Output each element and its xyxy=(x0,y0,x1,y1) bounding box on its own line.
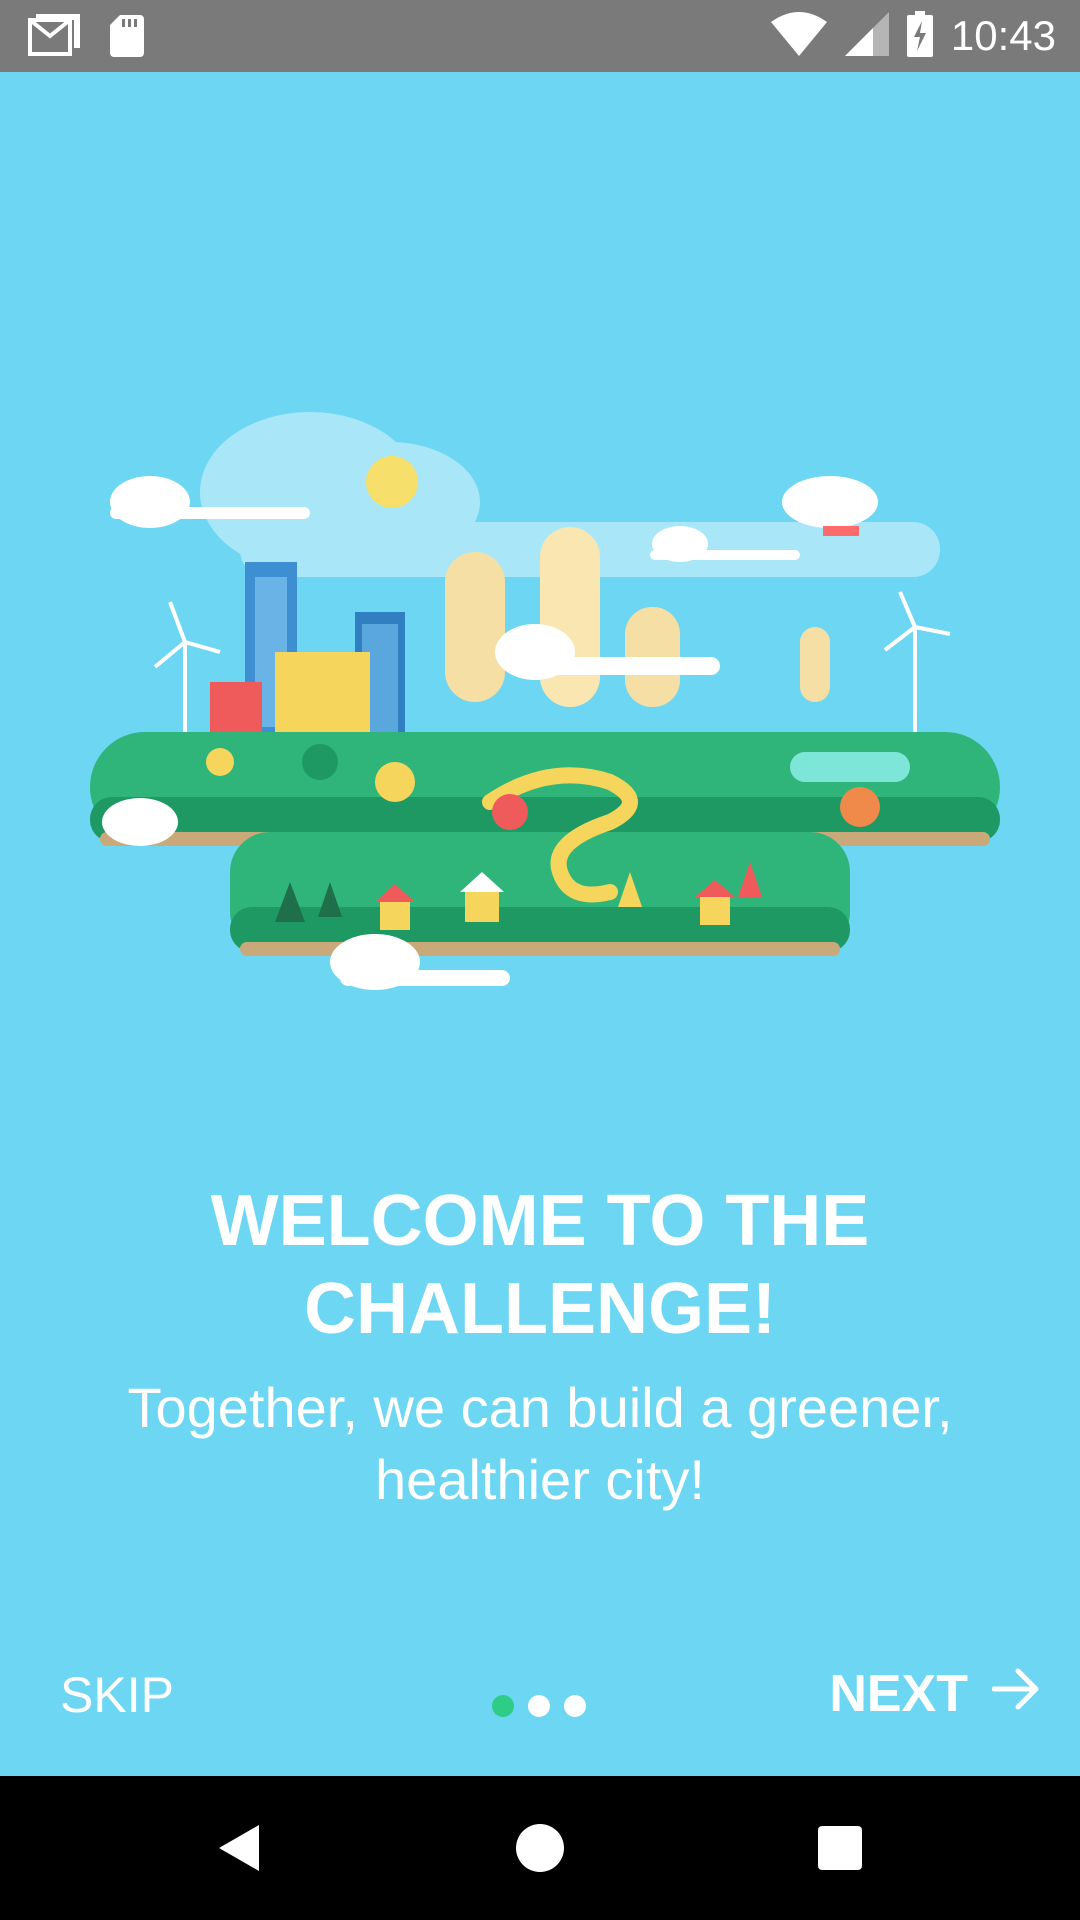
green-city-illustration xyxy=(90,402,1000,1102)
sd-card-icon xyxy=(110,15,144,62)
gmail-icon xyxy=(28,14,80,63)
onboarding-footer: SKIP NEXT xyxy=(0,1640,1080,1740)
arrow-right-icon xyxy=(991,1664,1040,1724)
page-dot-1 xyxy=(492,1695,514,1717)
page-indicator xyxy=(492,1695,586,1717)
status-bar: 10:43 xyxy=(0,0,1080,72)
skip-button[interactable]: SKIP xyxy=(60,1666,174,1724)
page-dot-3 xyxy=(564,1695,586,1717)
page-dot-2 xyxy=(528,1695,550,1717)
onboarding-page: WELCOME TO THE CHALLENGE! Together, we c… xyxy=(0,72,1080,1776)
page-subtitle: Together, we can build a greener, health… xyxy=(127,1376,953,1511)
battery-charging-icon xyxy=(906,10,933,62)
wifi-icon xyxy=(770,11,827,61)
status-time: 10:43 xyxy=(950,12,1056,59)
page-title: WELCOME TO THE CHALLENGE! xyxy=(210,1181,870,1349)
recents-icon[interactable] xyxy=(810,1818,870,1878)
back-icon[interactable] xyxy=(210,1818,270,1878)
navigation-bar xyxy=(0,1776,1080,1920)
signal-icon xyxy=(844,11,889,61)
home-icon[interactable] xyxy=(510,1818,570,1878)
next-button-label: NEXT xyxy=(829,1665,968,1723)
next-button[interactable]: NEXT xyxy=(829,1664,1040,1724)
